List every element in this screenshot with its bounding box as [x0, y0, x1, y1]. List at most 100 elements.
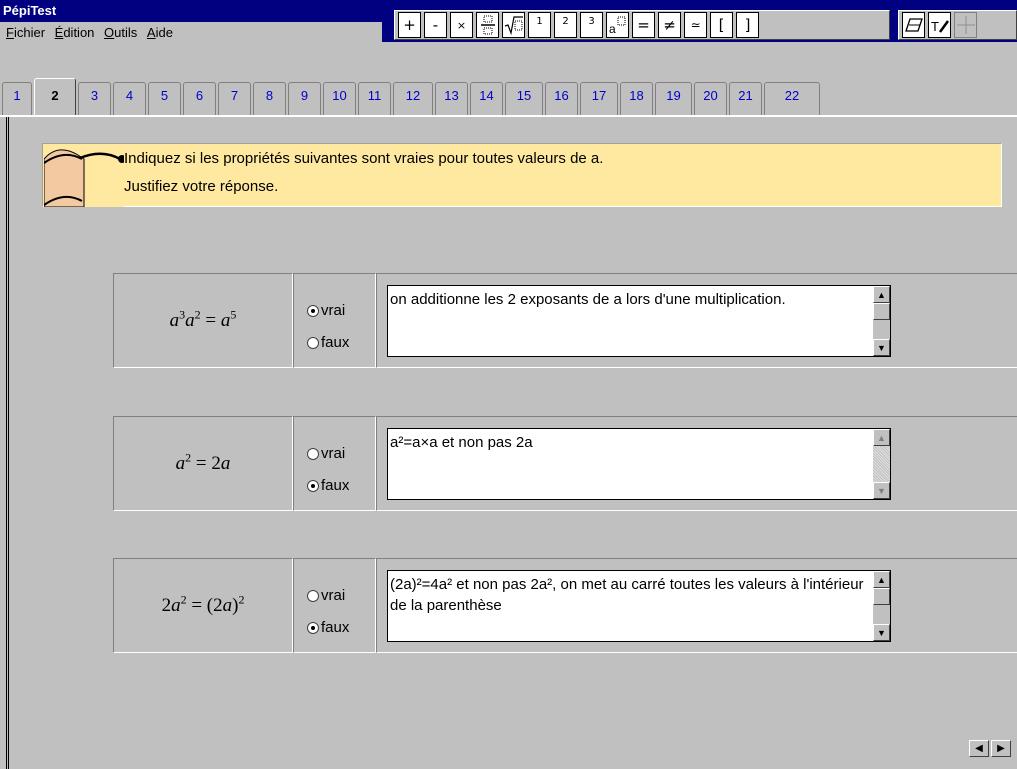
tab-20[interactable]: 20 — [694, 82, 727, 116]
question-row-3: 2a2 = (2a)2 vrai faux (2a)²=4a² et non p… — [113, 558, 1017, 653]
radio-faux[interactable]: faux — [307, 619, 349, 636]
tab-19[interactable]: 19 — [655, 82, 692, 116]
tab-3[interactable]: 3 — [78, 82, 111, 116]
crosshair-icon — [956, 16, 975, 34]
instruction-line-1: Indiquez si les propriétés suivantes son… — [124, 150, 604, 167]
eraser-button[interactable] — [902, 12, 925, 38]
menu-bar: Fichier Édition Outils Aide — [0, 22, 382, 42]
tab-11[interactable]: 11 — [358, 82, 391, 116]
tab-4[interactable]: 4 — [113, 82, 146, 116]
tab-1[interactable]: 1 — [2, 82, 32, 116]
formula-cell: a2 = 2a — [113, 416, 293, 511]
tab-22[interactable]: 22 — [764, 82, 820, 116]
sqrt-button[interactable] — [502, 12, 525, 38]
power-icon: a — [609, 16, 625, 35]
times-button[interactable]: × — [450, 12, 473, 38]
answer-text: a²=a×a et non pas 2a — [390, 434, 533, 451]
answer-cell: a²=a×a et non pas 2a ▲ ▼ — [376, 416, 1017, 511]
superscript-3-button[interactable]: 3 — [580, 12, 603, 38]
notebook-ring-icon — [44, 145, 124, 207]
formula-1: a3a2 = a5 — [169, 307, 237, 331]
menu-edition[interactable]: Édition — [55, 22, 95, 40]
close-bracket-button[interactable]: ] — [736, 12, 759, 38]
open-bracket-button[interactable]: [ — [710, 12, 733, 38]
answer-cell: (2a)²=4a² et non pas 2a², on met au carr… — [376, 558, 1017, 653]
tab-15[interactable]: 15 — [505, 82, 543, 116]
crosshair-button[interactable] — [954, 12, 977, 38]
vertical-scrollbar[interactable]: ▲ ▼ — [873, 571, 890, 641]
minus-button[interactable]: - — [424, 12, 447, 38]
answer-textarea[interactable]: a²=a×a et non pas 2a ▲ ▼ — [387, 428, 891, 500]
svg-text:a: a — [609, 22, 616, 35]
text-pen-button[interactable]: T — [928, 12, 951, 38]
tab-13[interactable]: 13 — [435, 82, 468, 116]
answer-textarea[interactable]: (2a)²=4a² et non pas 2a², on met au carr… — [387, 570, 891, 642]
tab-18[interactable]: 18 — [620, 82, 653, 116]
tab-strip: 1 2 3 4 5 6 7 8 9 10 11 12 13 14 15 16 1… — [0, 42, 1017, 117]
tab-12[interactable]: 12 — [393, 82, 433, 116]
formula-2: a2 = 2a — [175, 450, 231, 474]
radio-vrai[interactable]: vrai — [307, 587, 345, 604]
radio-button[interactable] — [307, 479, 319, 492]
tab-7[interactable]: 7 — [218, 82, 251, 116]
radio-label: vrai — [321, 587, 346, 604]
radio-vrai[interactable]: vrai — [307, 445, 345, 462]
tab-2[interactable]: 2 — [34, 78, 76, 116]
superscript-2-button[interactable]: 2 — [554, 12, 577, 38]
svg-text:T: T — [931, 19, 939, 34]
tab-10[interactable]: 10 — [323, 82, 356, 116]
sqrt-icon — [504, 16, 523, 35]
fraction-button[interactable] — [476, 12, 499, 38]
not-equal-button[interactable]: ≠ — [658, 12, 681, 38]
radio-faux[interactable]: faux — [307, 334, 349, 351]
scroll-thumb[interactable] — [873, 588, 890, 605]
answer-text: on additionne les 2 exposants de a lors … — [390, 291, 786, 308]
answer-textarea[interactable]: on additionne les 2 exposants de a lors … — [387, 285, 891, 357]
drawing-toolbar-group: T — [898, 10, 1017, 40]
radio-label: vrai — [321, 302, 346, 319]
arrow-left-icon[interactable]: ◀ — [969, 740, 989, 757]
tab-5[interactable]: 5 — [148, 82, 181, 116]
radio-faux[interactable]: faux — [307, 477, 349, 494]
panel-left-border — [6, 117, 9, 769]
tab-16[interactable]: 16 — [545, 82, 578, 116]
arrow-right-icon[interactable]: ▶ — [991, 740, 1011, 757]
tab-8[interactable]: 8 — [253, 82, 286, 116]
approx-button[interactable]: ≃ — [684, 12, 707, 38]
formula-3: 2a2 = (2a)2 — [161, 592, 245, 616]
superscript-1-button[interactable]: 1 — [528, 12, 551, 38]
plus-button[interactable]: + — [398, 12, 421, 38]
tab-21[interactable]: 21 — [729, 82, 762, 116]
tab-9[interactable]: 9 — [288, 82, 321, 116]
tab-17[interactable]: 17 — [580, 82, 618, 116]
scroll-up-icon[interactable]: ▲ — [873, 571, 890, 588]
scroll-down-icon[interactable]: ▼ — [873, 624, 890, 641]
choice-cell: vrai faux — [293, 558, 376, 653]
radio-label: faux — [321, 477, 350, 494]
tab-14[interactable]: 14 — [470, 82, 503, 116]
scroll-up-icon[interactable]: ▲ — [873, 429, 890, 446]
scroll-thumb[interactable] — [873, 303, 890, 320]
radio-button[interactable] — [307, 447, 319, 460]
scroll-down-icon[interactable]: ▼ — [873, 482, 890, 499]
vertical-scrollbar[interactable]: ▲ ▼ — [873, 286, 890, 356]
radio-vrai[interactable]: vrai — [307, 302, 345, 319]
tab-6[interactable]: 6 — [183, 82, 216, 116]
radio-button[interactable] — [307, 304, 319, 317]
menu-outils[interactable]: Outils — [104, 22, 137, 40]
tab-scroll-arrows: ◀ ▶ — [969, 740, 1017, 757]
radio-button[interactable] — [307, 336, 319, 349]
radio-button[interactable] — [307, 621, 319, 634]
menu-aide[interactable]: Aide — [147, 22, 173, 40]
power-button[interactable]: a — [606, 12, 629, 38]
menu-fichier[interactable]: Fichier — [6, 22, 45, 40]
scroll-down-icon[interactable]: ▼ — [873, 339, 890, 356]
vertical-scrollbar[interactable]: ▲ ▼ — [873, 429, 890, 499]
page-tabs: 1 2 3 4 5 6 7 8 9 10 11 12 13 14 15 16 1… — [2, 78, 822, 116]
answer-text: (2a)²=4a² et non pas 2a², on met au carr… — [390, 576, 864, 614]
equals-button[interactable]: = — [632, 12, 655, 38]
radio-button[interactable] — [307, 589, 319, 602]
scroll-up-icon[interactable]: ▲ — [873, 286, 890, 303]
question-row-2: a2 = 2a vrai faux a²=a×a et non pas 2a ▲… — [113, 416, 1017, 511]
math-toolbar-group: + - × 1 2 3 a = ≠ ≃ [ ] — [394, 10, 890, 40]
